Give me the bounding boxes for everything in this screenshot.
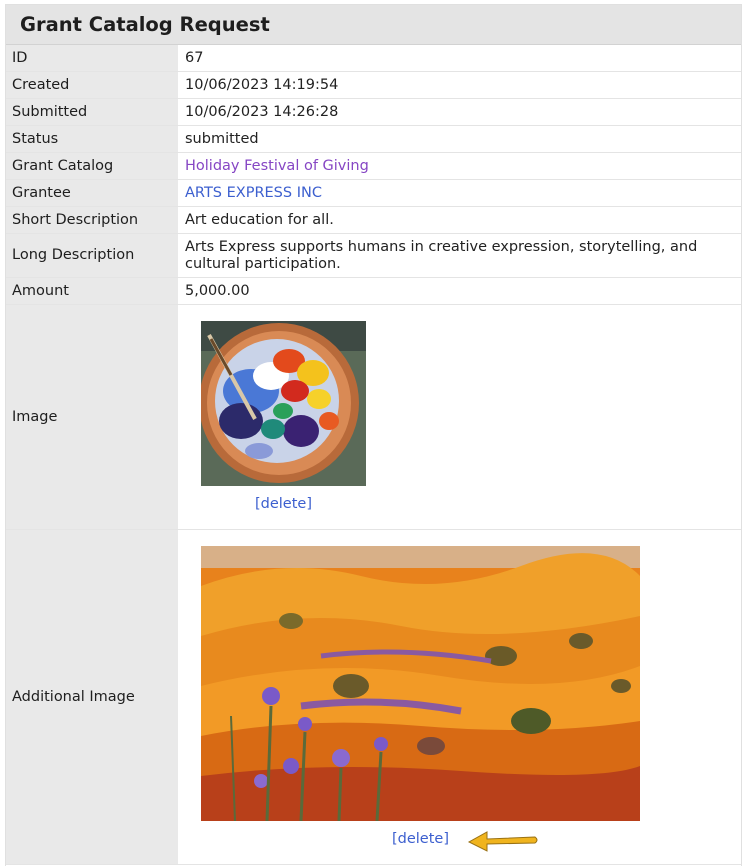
palette-image <box>201 321 366 486</box>
value-id: 67 <box>178 45 741 72</box>
row-created: Created 10/06/2023 14:19:54 <box>6 71 741 99</box>
row-short-description: Short Description Art education for all. <box>6 206 741 234</box>
value-created: 10/06/2023 14:19:54 <box>178 71 741 99</box>
page-title: Grant Catalog Request <box>6 5 741 45</box>
value-status: submitted <box>178 125 741 153</box>
label-submitted: Submitted <box>6 98 178 126</box>
value-short-description: Art education for all. <box>178 206 741 234</box>
row-status: Status submitted <box>6 125 741 153</box>
label-image: Image <box>6 304 178 530</box>
grant-catalog-link[interactable]: Holiday Festival of Giving <box>185 158 369 174</box>
label-grant-catalog: Grant Catalog <box>6 152 178 180</box>
label-short-description: Short Description <box>6 206 178 234</box>
label-amount: Amount <box>6 277 178 305</box>
label-long-description: Long Description <box>6 233 178 278</box>
label-status: Status <box>6 125 178 153</box>
row-additional-image: Additional Image [delete] <box>6 529 741 865</box>
value-grantee: ARTS EXPRESS INC <box>178 179 741 207</box>
grant-catalog-request-panel: Grant Catalog Request ID 67 Created 10/0… <box>5 4 742 866</box>
delete-additional-image-link[interactable]: [delete] <box>392 831 449 847</box>
row-grant-catalog: Grant Catalog Holiday Festival of Giving <box>6 152 741 180</box>
landscape-image <box>201 546 640 821</box>
delete-image-link[interactable]: [delete] <box>255 496 312 512</box>
value-amount: 5,000.00 <box>178 277 741 305</box>
value-grant-catalog: Holiday Festival of Giving <box>178 152 741 180</box>
row-amount: Amount 5,000.00 <box>6 277 741 305</box>
value-submitted: 10/06/2023 14:26:28 <box>178 98 741 126</box>
label-grantee: Grantee <box>6 179 178 207</box>
grantee-link[interactable]: ARTS EXPRESS INC <box>185 185 322 201</box>
arrow-left-icon <box>467 831 538 852</box>
value-additional-image: [delete] <box>178 529 741 865</box>
row-grantee: Grantee ARTS EXPRESS INC <box>6 179 741 207</box>
label-additional-image: Additional Image <box>6 529 178 865</box>
row-image: Image [delete] <box>6 304 741 530</box>
value-image: [delete] <box>178 304 741 530</box>
row-submitted: Submitted 10/06/2023 14:26:28 <box>6 98 741 126</box>
value-long-description: Arts Express supports humans in creative… <box>178 233 741 278</box>
row-id: ID 67 <box>6 45 741 72</box>
detail-table: ID 67 Created 10/06/2023 14:19:54 Submit… <box>6 45 741 865</box>
label-id: ID <box>6 45 178 72</box>
label-created: Created <box>6 71 178 99</box>
row-long-description: Long Description Arts Express supports h… <box>6 233 741 278</box>
